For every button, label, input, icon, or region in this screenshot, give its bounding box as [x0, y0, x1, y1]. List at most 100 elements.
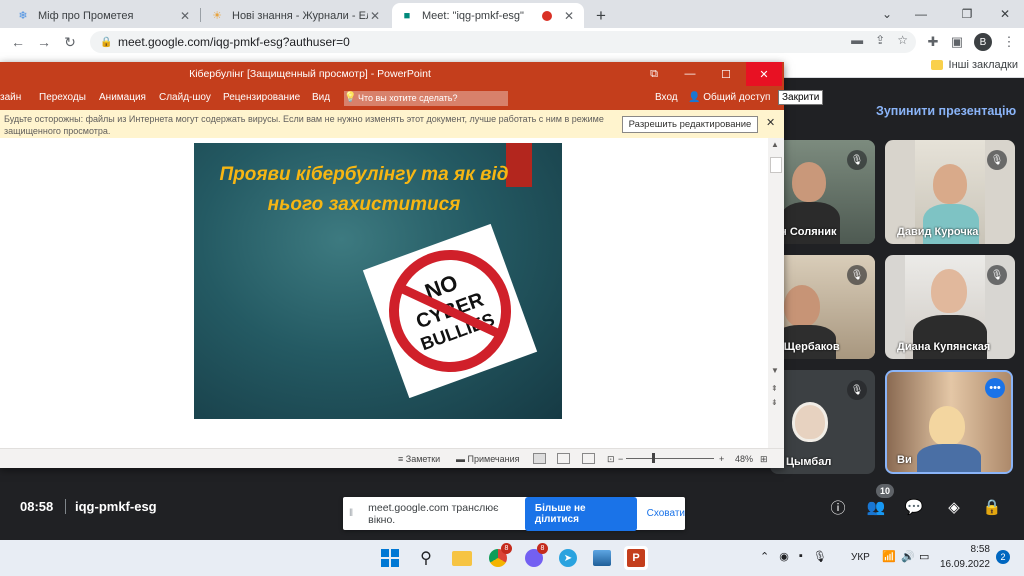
system-time[interactable]: 8:58 [944, 544, 990, 555]
viber-icon[interactable]: 8 [522, 543, 548, 570]
share-label: Общий доступ [703, 92, 771, 103]
ribbon-tab-slideshow[interactable]: Слайд-шоу [159, 92, 211, 103]
search-icon[interactable]: ⚲ [414, 546, 438, 570]
zoom-slider[interactable] [626, 458, 714, 459]
reload-icon[interactable]: ↻ [60, 32, 80, 52]
drag-handle-icon[interactable]: ‖ [349, 508, 362, 519]
scroll-thumb[interactable] [770, 157, 782, 173]
telegram-icon[interactable]: ➤ [556, 546, 580, 570]
scroll-down-icon[interactable]: ▼ [771, 366, 779, 375]
next-slide-icon[interactable]: ⇟ [771, 398, 778, 407]
previous-slide-icon[interactable]: ⇞ [771, 384, 778, 393]
file-explorer-icon[interactable] [450, 546, 474, 570]
photos-icon[interactable] [590, 546, 614, 570]
close-icon[interactable]: ✕ [368, 9, 382, 23]
powerpoint-logo: P [627, 549, 645, 567]
ribbon-tab-view[interactable]: Вид [312, 92, 330, 103]
tab-label: Міф про Прометея [38, 9, 134, 22]
participant-tile[interactable]: 🎙 р Щербаков [770, 255, 875, 359]
participant-tile-self[interactable]: ••• Ви [885, 370, 1013, 474]
zoom-slider-thumb[interactable] [652, 453, 655, 463]
participant-tile[interactable]: 🎙 ан Соляник [770, 140, 875, 244]
sign-in-link[interactable]: Вход [655, 92, 678, 103]
chevron-up-icon[interactable]: ⌃ [760, 550, 769, 563]
camera-tray-icon[interactable]: ▪ [799, 550, 803, 563]
close-icon[interactable]: ✕ [178, 9, 192, 23]
comments-button[interactable]: ▬ Примечания [456, 454, 519, 464]
vertical-scrollbar[interactable]: ▲ ▼ ⇞ ⇟ [768, 138, 784, 448]
activities-icon[interactable]: ◈ [944, 497, 964, 517]
camera-icon[interactable]: ▬ [851, 33, 863, 47]
enable-editing-button[interactable]: Разрешить редактирование [622, 116, 758, 133]
close-icon[interactable]: ✕ [746, 62, 782, 86]
new-tab-button[interactable]: + [588, 3, 612, 28]
powerpoint-icon[interactable]: P [624, 546, 648, 570]
mic-off-icon: 🎙 [847, 380, 867, 400]
slide-title: Прояви кібербулінгу та як від нього захи… [214, 160, 514, 220]
system-date[interactable]: 16.09.2022 [920, 559, 990, 570]
chrome-icon[interactable]: 8 [486, 543, 512, 570]
participant-tile[interactable]: 🎙 Цымбал [770, 370, 875, 474]
zoom-in-icon[interactable]: + [719, 454, 724, 464]
zoom-level[interactable]: 48% [735, 454, 753, 464]
other-bookmarks[interactable]: Інші закладки [930, 59, 1018, 71]
ribbon-tabs: зайн Переходы Анимация Слайд-шоу Рецензи… [0, 86, 784, 110]
host-controls-icon[interactable]: 🔒 [982, 497, 1002, 517]
back-icon[interactable]: ← [8, 32, 28, 52]
scroll-up-icon[interactable]: ▲ [771, 140, 779, 149]
forward-icon[interactable]: → [34, 32, 54, 52]
close-icon[interactable]: ✕ [766, 116, 775, 129]
people-icon[interactable]: 👥 [866, 497, 886, 517]
share-icon[interactable]: ⇪ [875, 33, 885, 47]
chat-icon[interactable]: 💬 [904, 497, 924, 517]
menu-icon[interactable]: ⋮ [1000, 33, 1018, 51]
ribbon-display-icon[interactable]: ⧉ [636, 62, 672, 86]
side-panel-icon[interactable]: ▣ [948, 33, 966, 51]
notes-button[interactable]: ≡ Заметки [398, 454, 440, 464]
slide-sorter-icon[interactable] [557, 453, 570, 464]
tab-meet[interactable]: ■ Meet: "iqg-pmkf-esg" ✕ [392, 3, 584, 28]
ribbon-tab-animations[interactable]: Анимация [99, 92, 146, 103]
photos-logo [593, 550, 611, 566]
volume-icon[interactable]: 🔊 [901, 550, 915, 563]
reading-view-icon[interactable] [582, 453, 595, 464]
windows-start-icon[interactable] [378, 546, 402, 570]
viber-tray-icon[interactable]: ◉ [779, 550, 789, 563]
fit-slide-icon[interactable]: ⊞ [760, 454, 768, 465]
minimize-icon[interactable]: — [898, 0, 944, 28]
mic-off-icon: 🎙 [987, 150, 1007, 170]
star-icon[interactable]: ☆ [897, 33, 908, 47]
close-window-icon[interactable]: ✕ [982, 0, 1024, 28]
slide[interactable]: Прояви кібербулінгу та як від нього захи… [194, 143, 562, 419]
ribbon-tab-transitions[interactable]: Переходы [39, 92, 86, 103]
participant-tile[interactable]: 🎙 Диана Купянская [885, 255, 1015, 359]
share-button[interactable]: 👤 Общий доступ [688, 92, 770, 103]
tab-mif-pro-prometeya[interactable]: ❄ Міф про Прометея ✕ [8, 3, 200, 28]
language-indicator[interactable]: УКР [851, 552, 870, 563]
microphone-icon[interactable]: 🎙 [813, 550, 827, 563]
participant-name: Диана Купянская [897, 341, 991, 353]
stop-presenting-button[interactable]: Зупинити презентацію [876, 104, 1016, 118]
sharing-notification-bar: ‖ meet.google.com транслює вікно. Більше… [343, 496, 685, 531]
normal-view-icon[interactable] [533, 453, 546, 464]
address-bar[interactable]: 🔒 meet.google.com/iqg-pmkf-esg?authuser=… [90, 31, 916, 53]
avatar[interactable]: B [974, 33, 992, 51]
stop-sharing-button[interactable]: Більше не ділитися [524, 496, 637, 531]
zoom-out-icon[interactable]: − [618, 454, 623, 464]
participant-name: Ви [897, 454, 912, 466]
wifi-icon[interactable]: 📶 [882, 550, 896, 563]
slideshow-icon[interactable]: ⊡ [607, 454, 615, 465]
extensions-icon[interactable]: ✚ [924, 33, 942, 51]
ribbon-tab-review[interactable]: Рецензирование [223, 92, 300, 103]
participant-tile[interactable]: 🎙 Давид Курочка [885, 140, 1015, 244]
hide-button[interactable]: Сховати [647, 508, 685, 519]
ribbon-tab-design[interactable]: зайн [0, 92, 21, 103]
maximize-icon[interactable]: ☐ [708, 62, 744, 86]
slide-title-line: Прояви кібербулінгу та як від [219, 164, 509, 185]
more-options-icon[interactable]: ••• [985, 378, 1005, 398]
info-icon[interactable]: ⓘ [828, 497, 848, 517]
tab-novi-znannya[interactable]: ☀ Нові знання - Журнали - Електр ✕ [202, 3, 390, 28]
close-icon[interactable]: ✕ [562, 9, 576, 23]
notification-count[interactable]: 2 [996, 550, 1010, 564]
minimize-icon[interactable]: — [672, 62, 708, 86]
